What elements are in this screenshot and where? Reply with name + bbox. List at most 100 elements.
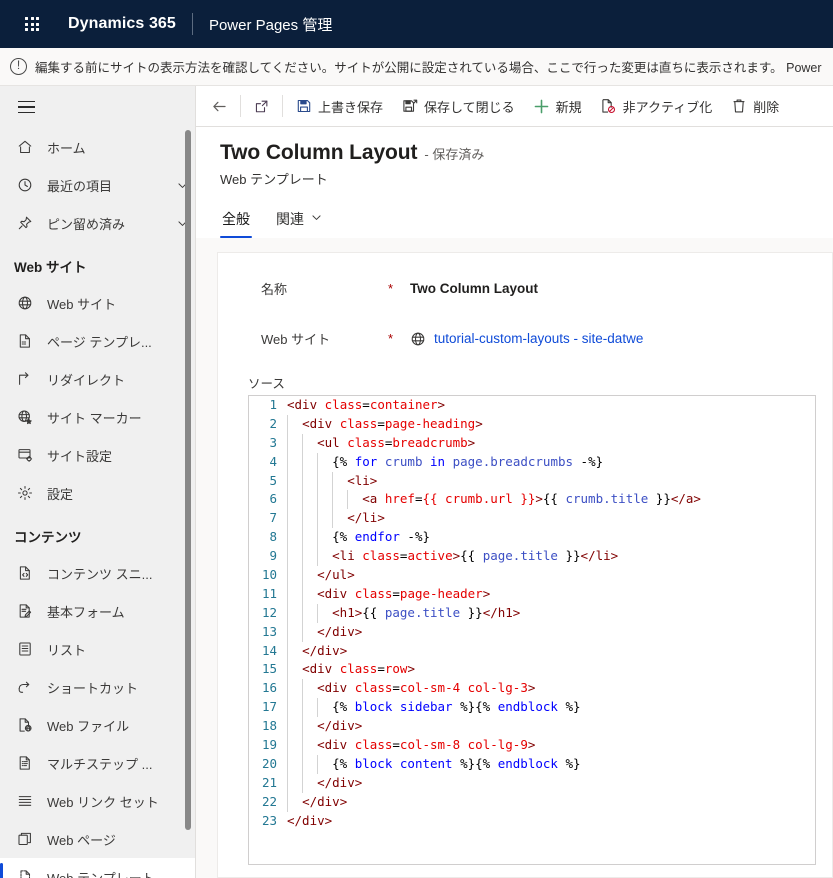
brand-divider — [192, 13, 193, 35]
code-text[interactable]: <ul class=breadcrumb> — [285, 434, 815, 453]
code-text[interactable]: <div class=page-header> — [285, 585, 815, 604]
code-text[interactable]: </div> — [285, 717, 815, 736]
save-button[interactable]: 上書き保存 — [286, 86, 392, 127]
code-text[interactable]: <a href={{ crumb.url }}>{{ crumb.title }… — [285, 490, 815, 509]
sidebar-item-label: Web サイト — [47, 294, 195, 313]
tab-0[interactable]: 全般 — [220, 209, 252, 238]
tab-1[interactable]: 関連 — [274, 209, 325, 238]
form-card: 名称*Two Column LayoutWeb サイト*tutorial-cus… — [217, 252, 833, 878]
chevron-down-icon[interactable] — [310, 211, 323, 227]
code-token-tag: <li> — [347, 473, 377, 488]
code-token-tag: > — [438, 397, 446, 412]
code-text[interactable]: {% block sidebar %}{% endblock %} — [285, 698, 815, 717]
code-token-tag: <div — [287, 397, 325, 412]
code-token-plain — [287, 416, 302, 431]
lookup-field-value[interactable]: tutorial-custom-layouts - site-datwe — [410, 331, 643, 347]
new-button[interactable]: 新規 — [524, 86, 591, 127]
code-text[interactable]: </div> — [285, 623, 815, 642]
code-text[interactable]: {% endfor -%} — [285, 528, 815, 547]
navigation-scrollbar[interactable] — [185, 130, 191, 830]
popout-icon — [253, 98, 270, 115]
command-separator — [282, 95, 283, 117]
sidebar-item-9[interactable]: 設定 — [0, 474, 195, 512]
code-token-attr: active — [407, 548, 452, 563]
code-token-plain: -%} — [400, 529, 430, 544]
sidebar-item-19[interactable]: Web テンプレート — [0, 858, 195, 878]
popout-button[interactable] — [244, 86, 279, 127]
code-token-plain — [287, 661, 302, 676]
code-text[interactable]: </div> — [285, 812, 815, 831]
sidebar-item-11[interactable]: コンテンツ スニ... — [0, 554, 195, 592]
code-token-tag: > — [453, 548, 461, 563]
sidebar-item-18[interactable]: Web ページ — [0, 820, 195, 858]
sidebar-item-6[interactable]: リダイレクト — [0, 360, 195, 398]
code-text[interactable]: </ul> — [285, 566, 815, 585]
code-text[interactable]: </div> — [285, 793, 815, 812]
code-token-tag: <a — [362, 491, 385, 506]
sidebar-item-8[interactable]: サイト設定 — [0, 436, 195, 474]
sidebar-item-15[interactable]: Web ファイル — [0, 706, 195, 744]
code-token-attr: page-header — [400, 586, 483, 601]
delete-button[interactable]: 削除 — [721, 86, 788, 127]
multistep-form-icon — [14, 753, 36, 773]
app-launcher-waffle-icon[interactable] — [12, 4, 52, 44]
code-text[interactable]: <div class=page-heading> — [285, 415, 815, 434]
code-text[interactable]: </div> — [285, 774, 815, 793]
deactivate-button[interactable]: 非アクティブ化 — [591, 86, 722, 127]
sidebar-item-16[interactable]: マルチステップ ... — [0, 744, 195, 782]
sidebar-item-5[interactable]: ページ テンプレ... — [0, 322, 195, 360]
code-line: 3 <ul class=breadcrumb> — [249, 434, 815, 453]
code-text[interactable]: </li> — [285, 509, 815, 528]
code-token-tag: </div> — [302, 643, 347, 658]
command-label: 上書き保存 — [318, 97, 383, 116]
code-token-tag: </div> — [317, 624, 362, 639]
site-map-navigation: ホーム最近の項目ピン留め済みWeb サイトWeb サイトページ テンプレ...リ… — [0, 86, 196, 878]
code-text[interactable]: {% block content %}{% endblock %} — [285, 755, 815, 774]
text-field-value[interactable]: Two Column Layout — [410, 281, 538, 296]
basic-form-icon — [14, 601, 36, 621]
sidebar-item-17[interactable]: Web リンク セット — [0, 782, 195, 820]
sidebar-item-12[interactable]: 基本フォーム — [0, 592, 195, 630]
chevron-down-icon[interactable] — [169, 217, 195, 230]
code-token-plain: = — [377, 416, 385, 431]
sidebar-item-4[interactable]: Web サイト — [0, 284, 195, 322]
code-token-tag: </div> — [302, 794, 347, 809]
code-text[interactable]: <h1>{{ page.title }}</h1> — [285, 604, 815, 623]
sidebar-item-14[interactable]: ショートカット — [0, 668, 195, 706]
sidebar-item-label: 設定 — [47, 484, 195, 503]
hamburger-menu-icon[interactable] — [4, 86, 48, 128]
source-code-editor[interactable]: 1<div class=container>2 <div class=page-… — [248, 395, 816, 865]
line-number: 3 — [249, 434, 285, 453]
code-line: 15 <div class=row> — [249, 660, 815, 679]
record-title-line: Two Column Layout - 保存済み — [220, 141, 833, 165]
code-line: 9 <li class=active>{{ page.title }}</li> — [249, 547, 815, 566]
code-text[interactable]: <div class=col-sm-4 col-lg-3> — [285, 679, 815, 698]
code-text[interactable]: <div class=col-sm-8 col-lg-9> — [285, 736, 815, 755]
code-token-tag: <div — [302, 661, 340, 676]
code-token-plain: = — [362, 397, 370, 412]
sidebar-item-1[interactable]: 最近の項目 — [0, 166, 195, 204]
code-text[interactable]: <div class=row> — [285, 660, 815, 679]
nav-group-heading: Web サイト — [0, 242, 195, 284]
code-token-tag: <div — [302, 416, 340, 431]
sidebar-item-0[interactable]: ホーム — [0, 128, 195, 166]
back-button[interactable] — [202, 86, 237, 127]
code-token-plain: {{ — [543, 491, 566, 506]
sidebar-item-13[interactable]: リスト — [0, 630, 195, 668]
code-line: 17 {% block sidebar %}{% endblock %} — [249, 698, 815, 717]
code-token-tag: > — [528, 737, 536, 752]
sidebar-item-2[interactable]: ピン留め済み — [0, 204, 195, 242]
chevron-down-icon[interactable] — [169, 179, 195, 192]
code-token-plain — [287, 605, 332, 620]
code-text[interactable]: </div> — [285, 642, 815, 661]
code-token-plain: = — [392, 680, 400, 695]
sidebar-item-7[interactable]: サイト マーカー — [0, 398, 195, 436]
code-token-attr: breadcrumb — [392, 435, 467, 450]
line-number: 1 — [249, 396, 285, 415]
lookup-link[interactable]: tutorial-custom-layouts - site-datwe — [434, 331, 643, 346]
code-text[interactable]: <li class=active>{{ page.title }}</li> — [285, 547, 815, 566]
code-text[interactable]: {% for crumb in page.breadcrumbs -%} — [285, 453, 815, 472]
save-and-close-button[interactable]: 保存して閉じる — [392, 86, 524, 127]
code-text[interactable]: <li> — [285, 472, 815, 491]
code-text[interactable]: <div class=container> — [285, 396, 815, 415]
